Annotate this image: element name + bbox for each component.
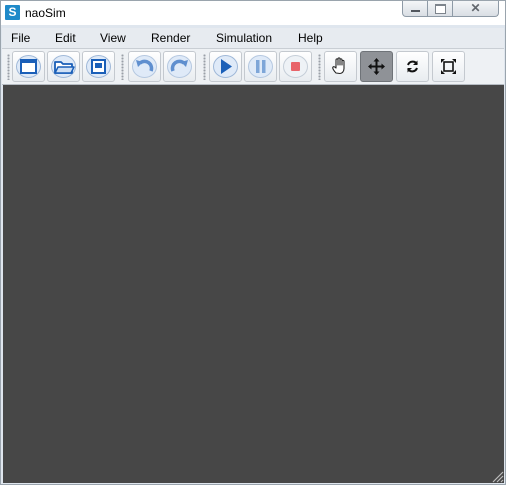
menu-view[interactable]: View bbox=[100, 31, 126, 45]
close-button[interactable]: ✕ bbox=[453, 1, 499, 17]
app-icon: S bbox=[5, 5, 20, 20]
menu-file[interactable]: File bbox=[11, 31, 30, 45]
redo-button[interactable] bbox=[163, 51, 196, 82]
app-window: S naoSim ✕ File Edit View Render Simulat… bbox=[0, 0, 506, 485]
resize-grip-icon[interactable] bbox=[490, 469, 504, 483]
move-tool-button[interactable] bbox=[360, 51, 393, 82]
new-button[interactable] bbox=[12, 51, 45, 82]
close-icon: ✕ bbox=[470, 1, 481, 15]
redo-icon bbox=[167, 55, 192, 78]
rotate-tool-button[interactable] bbox=[396, 51, 429, 82]
open-button[interactable] bbox=[47, 51, 80, 82]
minimize-button[interactable] bbox=[402, 1, 428, 17]
menu-render[interactable]: Render bbox=[151, 31, 190, 45]
window-controls: ✕ bbox=[402, 1, 499, 17]
menu-bar: File Edit View Render Simulation Help bbox=[2, 28, 504, 49]
new-document-icon bbox=[16, 55, 41, 78]
save-button[interactable] bbox=[82, 51, 115, 82]
title-bar[interactable]: S naoSim ✕ bbox=[1, 1, 505, 25]
toolbar-grip[interactable] bbox=[7, 54, 10, 80]
pan-tool-button[interactable] bbox=[324, 51, 357, 82]
menu-edit[interactable]: Edit bbox=[55, 31, 76, 45]
fit-view-button[interactable] bbox=[432, 51, 465, 82]
hand-pan-icon bbox=[332, 57, 345, 75]
open-folder-icon bbox=[51, 55, 76, 78]
move-arrows-icon bbox=[368, 58, 385, 75]
pause-button[interactable] bbox=[244, 51, 277, 82]
undo-button[interactable] bbox=[128, 51, 161, 82]
fit-view-icon bbox=[441, 59, 456, 74]
toolbar bbox=[2, 49, 504, 85]
simulation-viewport[interactable] bbox=[3, 85, 504, 483]
undo-icon bbox=[132, 55, 157, 78]
toolbar-grip[interactable] bbox=[203, 54, 206, 80]
save-icon bbox=[86, 55, 111, 78]
play-icon bbox=[213, 55, 238, 78]
toolbar-grip[interactable] bbox=[121, 54, 124, 80]
maximize-button[interactable] bbox=[428, 1, 453, 17]
play-button[interactable] bbox=[209, 51, 242, 82]
toolbar-grip[interactable] bbox=[318, 54, 321, 80]
stop-button[interactable] bbox=[279, 51, 312, 82]
menu-simulation[interactable]: Simulation bbox=[216, 31, 272, 45]
pause-icon bbox=[248, 55, 273, 78]
stop-icon bbox=[283, 55, 308, 78]
menu-help[interactable]: Help bbox=[298, 31, 323, 45]
window-title: naoSim bbox=[25, 6, 66, 20]
rotate-icon bbox=[407, 60, 418, 73]
